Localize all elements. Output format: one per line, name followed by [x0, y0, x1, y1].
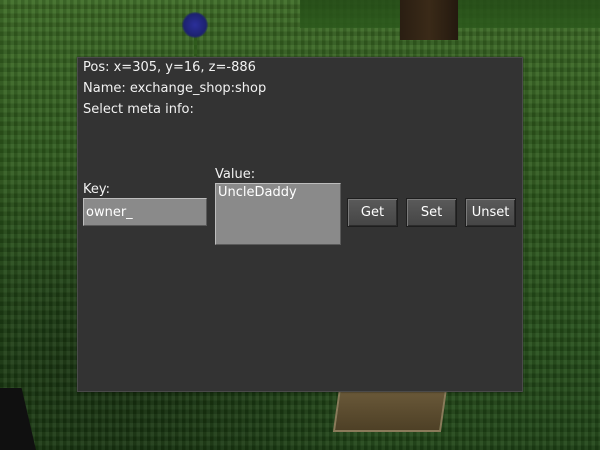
- select-meta-label: Select meta info:: [83, 102, 194, 117]
- node-name-text: Name: exchange_shop:shop: [83, 81, 267, 96]
- position-text: Pos: x=305, y=16, z=-886: [83, 60, 256, 75]
- unset-button[interactable]: Unset: [465, 198, 516, 227]
- value-textarea[interactable]: [215, 183, 341, 245]
- value-label: Value:: [215, 167, 256, 182]
- key-label: Key:: [83, 182, 111, 197]
- blue-flower: [182, 12, 208, 38]
- meta-editor-dialog: Pos: x=305, y=16, z=-886 Name: exchange_…: [77, 57, 523, 392]
- game-world-background: Pos: x=305, y=16, z=-886 Name: exchange_…: [0, 0, 600, 450]
- get-button[interactable]: Get: [347, 198, 398, 227]
- key-input[interactable]: [83, 198, 207, 226]
- tree-trunk: [400, 0, 458, 40]
- set-button[interactable]: Set: [406, 198, 457, 227]
- dirt-block: [332, 388, 448, 432]
